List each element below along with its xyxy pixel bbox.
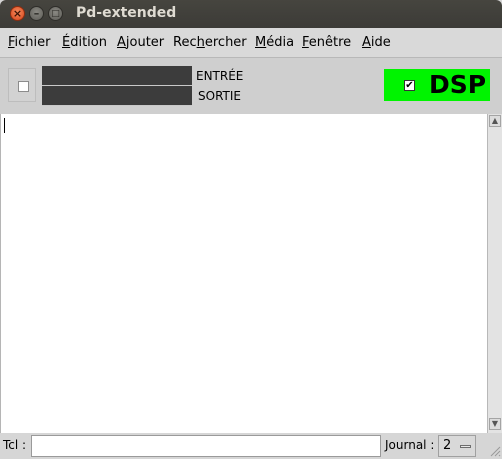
maximize-icon: □ [51, 9, 60, 19]
minimize-icon: – [33, 7, 40, 20]
menu-media[interactable]: Média [255, 35, 294, 50]
dropdown-indicator-icon [460, 445, 471, 448]
tcl-input[interactable] [31, 435, 381, 457]
tcl-label: Tcl : [3, 438, 27, 452]
toolbar: ENTRÉE SORTIE ✔ DSP [0, 58, 502, 115]
scroll-up-arrow-icon[interactable]: ▲ [489, 115, 501, 127]
maximize-window-button[interactable]: □ [48, 6, 63, 21]
output-level-meter [42, 86, 192, 106]
menu-ajouter[interactable]: Ajouter [117, 35, 164, 50]
resize-grip-icon[interactable] [488, 444, 501, 458]
menu-fenetre[interactable]: Fenêtre [302, 35, 351, 50]
input-meter-label: ENTRÉE [196, 69, 244, 83]
console-output[interactable] [0, 114, 488, 433]
journal-level-select[interactable]: 2 [438, 435, 476, 457]
audio-toggle-cell [8, 68, 36, 102]
menu-edition[interactable]: Édition [62, 35, 107, 50]
dsp-toggle[interactable]: ✔ DSP [384, 69, 490, 101]
scroll-down-arrow-icon[interactable]: ▼ [489, 418, 501, 430]
journal-level-value: 2 [443, 438, 452, 453]
close-window-button[interactable]: × [10, 6, 25, 21]
menu-aide[interactable]: Aide [362, 35, 391, 50]
menu-fichier[interactable]: Fichier [8, 35, 51, 50]
dsp-checkbox[interactable]: ✔ [404, 80, 415, 91]
audio-toggle-checkbox[interactable] [18, 81, 29, 92]
bottom-bar: Tcl : Journal : 2 [0, 433, 502, 459]
close-icon: × [12, 7, 23, 20]
minimize-window-button[interactable]: – [29, 6, 44, 21]
title-bar: × – □ Pd-extended [0, 0, 502, 28]
journal-label: Journal : [385, 438, 435, 452]
output-meter-label: SORTIE [198, 89, 241, 103]
menu-bar: Fichier Édition Ajouter Rechercher Média… [0, 28, 502, 58]
dsp-label: DSP [429, 70, 487, 99]
checkmark-icon: ✔ [405, 80, 414, 91]
menu-rechercher[interactable]: Rechercher [173, 35, 247, 50]
console-scrollbar[interactable]: ▲ ▼ [487, 114, 502, 433]
window-title: Pd-extended [76, 5, 177, 21]
input-level-meter [42, 66, 192, 86]
text-cursor [4, 118, 5, 133]
